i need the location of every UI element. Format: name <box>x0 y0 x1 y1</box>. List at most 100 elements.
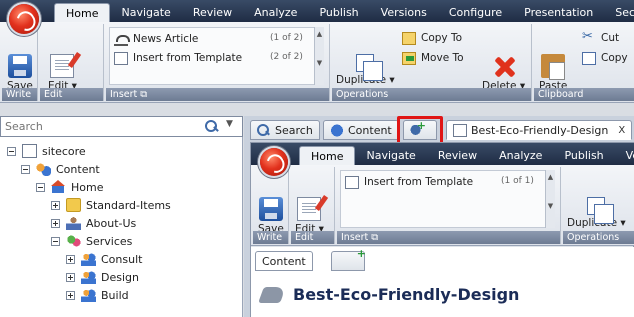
ribbon-group-edit: Edit ▾ Edit <box>40 24 104 101</box>
expand-icon[interactable] <box>66 290 75 300</box>
expand-icon[interactable] <box>66 272 75 282</box>
inner-tab-versions[interactable]: Ver <box>615 146 634 165</box>
collapse-icon[interactable] <box>51 236 60 246</box>
collapse-icon[interactable] <box>21 164 30 174</box>
copy-to-label: Copy To <box>421 32 463 44</box>
inner-tab-publish[interactable]: Publish <box>553 146 614 165</box>
tree-item-label: Services <box>86 234 133 248</box>
tab-configure[interactable]: Configure <box>438 3 513 22</box>
people-icon <box>81 270 96 284</box>
ribbon: Save Write Edit ▾ Edit News Article (1 o… <box>0 22 634 103</box>
tree-item-design[interactable]: Design <box>66 268 139 286</box>
copy-button[interactable]: Copy <box>582 50 628 66</box>
inner-insert-from-template-label: Insert from Template <box>364 176 474 188</box>
tab-analyze[interactable]: Analyze <box>243 3 308 22</box>
copy-to-button[interactable]: Copy To <box>402 30 462 46</box>
save-button[interactable]: Save <box>7 54 33 92</box>
tab-home[interactable]: Home <box>54 3 111 22</box>
insert-news-article-count: (1 of 2) <box>270 33 303 43</box>
inner-tab-review[interactable]: Review <box>427 146 488 165</box>
editor-tab-label: Best-Eco-Friendly-Design <box>471 123 609 137</box>
copy-icon <box>582 51 596 65</box>
editor-tab-content[interactable]: Content <box>323 120 399 140</box>
search-icon[interactable] <box>205 120 218 133</box>
tab-versions[interactable]: Versions <box>370 3 438 22</box>
content-icon <box>330 123 344 137</box>
people-icon <box>81 252 96 266</box>
inner-add-tab-button[interactable] <box>331 251 365 271</box>
editor-tab-item[interactable]: Best-Eco-Friendly-Design X <box>446 120 633 140</box>
tree-item-label: Standard-Items <box>86 198 171 212</box>
tab-presentation[interactable]: Presentation <box>513 3 604 22</box>
cut-button[interactable]: Cut <box>582 29 619 46</box>
move-to-icon <box>402 51 416 65</box>
tree-item-home[interactable]: Home <box>36 178 103 196</box>
insert-scrollbar[interactable]: ▲ ▼ <box>314 27 324 85</box>
collapse-icon[interactable] <box>7 146 16 156</box>
scissors-icon <box>582 29 596 45</box>
delete-icon <box>492 54 516 78</box>
inner-duplicate-button[interactable]: Duplicate ▾ <box>567 197 626 229</box>
news-article-icon <box>114 33 130 46</box>
collapse-icon[interactable] <box>36 182 45 192</box>
inner-edit-button[interactable]: Edit ▾ <box>295 197 324 235</box>
tab-publish[interactable]: Publish <box>308 3 369 22</box>
page-icon <box>453 123 467 137</box>
insert-from-template[interactable]: Insert from Template <box>114 50 242 66</box>
ribbon-group-clipboard: Paste Cut Copy Clipboard <box>534 24 634 101</box>
insert-news-article[interactable]: News Article <box>114 31 198 47</box>
inner-save-button[interactable]: Save <box>258 197 284 235</box>
tree-item-content[interactable]: Content <box>21 160 100 178</box>
inner-ribbon: Save Write Edit ▾ Edit Insert from Templ… <box>251 165 634 246</box>
tree-item-label: Consult <box>101 252 143 266</box>
edit-button[interactable]: Edit ▾ <box>48 54 77 92</box>
content-tree-pane: ▼ sitecore Content Home Standard-Items A… <box>0 116 243 317</box>
inner-tab-navigate[interactable]: Navigate <box>355 146 426 165</box>
ribbon-group-insert: News Article (1 of 2) Insert from Templa… <box>106 24 330 101</box>
expand-icon[interactable] <box>51 200 60 210</box>
editor-tab-search[interactable]: Search <box>250 120 320 140</box>
inner-content-tab[interactable]: Content <box>255 251 313 271</box>
ribbon-group-label-operations: Operations <box>332 88 531 101</box>
search-input[interactable] <box>5 119 195 134</box>
ribbon-group-label-clipboard: Clipboard <box>534 88 634 101</box>
search-dropdown-icon[interactable]: ▼ <box>226 119 233 129</box>
people-icon <box>81 288 96 302</box>
tab-security[interactable]: Security <box>604 3 634 22</box>
tree-item-standard-items[interactable]: Standard-Items <box>51 196 171 214</box>
expand-icon[interactable] <box>51 218 60 228</box>
inner-logo-button[interactable] <box>260 148 288 176</box>
inner-insert-options-list: Insert from Template (1 of 1) <box>340 170 546 228</box>
tree-item-services[interactable]: Services <box>51 232 132 250</box>
insert-news-article-label: News Article <box>133 33 199 45</box>
sitecore-logo-button[interactable] <box>9 4 39 34</box>
tab-review[interactable]: Review <box>182 3 243 22</box>
edit-icon <box>297 197 322 221</box>
inner-ribbon-group-label-write: Write <box>253 231 288 244</box>
tree-item-sitecore[interactable]: sitecore <box>7 142 86 160</box>
services-icon <box>66 234 81 248</box>
item-editor-frame: Home Navigate Review Analyze Publish Ver… <box>250 142 634 317</box>
move-to-button[interactable]: Move To <box>402 50 464 66</box>
duplicate-button[interactable]: Duplicate ▾ <box>336 54 395 86</box>
inner-ribbon-group-write: Save Write <box>253 167 289 244</box>
close-tab-icon[interactable]: X <box>618 125 625 136</box>
expand-icon[interactable] <box>66 254 75 264</box>
search-box: ▼ <box>0 116 243 137</box>
item-title: Best-Eco-Friendly-Design <box>258 285 519 304</box>
paste-button[interactable]: Paste <box>539 54 567 92</box>
tab-navigate[interactable]: Navigate <box>110 3 181 22</box>
delete-button[interactable]: Delete ▾ <box>482 54 525 92</box>
tree-item-build[interactable]: Build <box>66 286 129 304</box>
inner-insert-scrollbar[interactable]: ▲ ▼ <box>545 170 555 228</box>
tree-item-about-us[interactable]: About-Us <box>51 214 136 232</box>
inner-tab-analyze[interactable]: Analyze <box>488 146 553 165</box>
document-icon <box>22 144 37 158</box>
ribbon-group-label-edit: Edit <box>40 88 103 101</box>
inner-insert-from-template[interactable]: Insert from Template <box>345 174 473 190</box>
inner-tab-home[interactable]: Home <box>299 146 356 165</box>
insert-from-template-count: (2 of 2) <box>270 52 303 62</box>
ribbon-group-write: Save Write <box>2 24 38 101</box>
tree-item-consult[interactable]: Consult <box>66 250 142 268</box>
inner-tab-row: Home Navigate Review Analyze Publish Ver <box>299 143 634 165</box>
